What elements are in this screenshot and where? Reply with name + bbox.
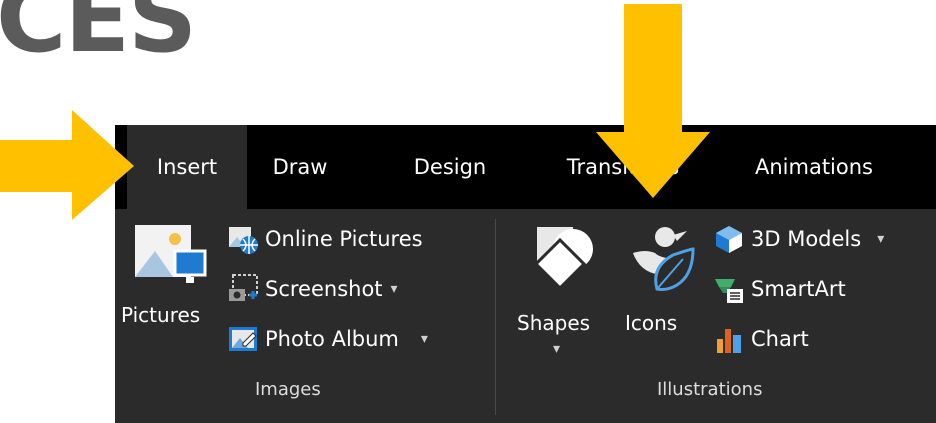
online-pictures-button[interactable]: Online Pictures <box>227 221 423 257</box>
tab-draw[interactable]: Draw <box>260 125 340 209</box>
pictures-icon <box>135 225 207 283</box>
chart-icon <box>713 323 745 355</box>
smartart-label: SmartArt <box>751 277 846 301</box>
screenshot-label: Screenshot <box>265 277 383 301</box>
shapes-dropdown-icon[interactable]: ▾ <box>553 341 560 357</box>
screenshot-button[interactable]: Screenshot ▾ <box>227 271 398 307</box>
pointer-arrow-right-icon <box>0 110 134 220</box>
3d-models-label: 3D Models <box>751 227 862 251</box>
tab-design[interactable]: Design <box>395 125 505 209</box>
3d-models-button[interactable]: 3D Models ▾ <box>713 221 884 257</box>
tab-animations[interactable]: Animations <box>739 125 889 209</box>
pictures-label: Pictures <box>121 303 201 327</box>
decorative-title-fragment: CES <box>0 0 197 74</box>
smartart-icon <box>713 273 745 305</box>
photo-album-button[interactable]: Photo Album ▾ <box>227 321 428 357</box>
icons-icon <box>633 227 695 291</box>
icons-label: Icons <box>625 311 678 335</box>
ribbon: Insert Draw Design Transitions Animation… <box>115 125 936 423</box>
pictures-button[interactable]: Pictures <box>121 221 211 331</box>
photo-album-label: Photo Album <box>265 327 399 351</box>
ribbon-tab-bar: Insert Draw Design Transitions Animation… <box>115 125 936 209</box>
group-label-illustrations: Illustrations <box>657 379 763 400</box>
icons-button[interactable]: Icons <box>617 219 707 349</box>
3d-models-dropdown-icon[interactable]: ▾ <box>877 231 884 247</box>
smartart-button[interactable]: SmartArt <box>713 271 846 307</box>
shapes-label: Shapes <box>517 311 591 335</box>
chart-button[interactable]: Chart <box>713 321 809 357</box>
3d-models-icon <box>713 223 745 255</box>
pointer-arrow-down-icon <box>596 4 710 198</box>
online-pictures-label: Online Pictures <box>265 227 423 251</box>
photo-album-dropdown-icon[interactable]: ▾ <box>421 331 428 347</box>
screenshot-icon <box>227 273 259 305</box>
group-label-images: Images <box>255 379 321 400</box>
ribbon-panel: Pictures Online Pictures Screenshot ▾ Ph… <box>115 209 936 423</box>
chart-label: Chart <box>751 327 809 351</box>
shapes-icon <box>533 227 593 291</box>
screenshot-dropdown-icon[interactable]: ▾ <box>391 281 398 297</box>
online-pictures-icon <box>227 223 259 255</box>
group-separator <box>495 219 496 415</box>
photo-album-icon <box>227 323 259 355</box>
shapes-button[interactable]: Shapes ▾ <box>513 219 613 359</box>
